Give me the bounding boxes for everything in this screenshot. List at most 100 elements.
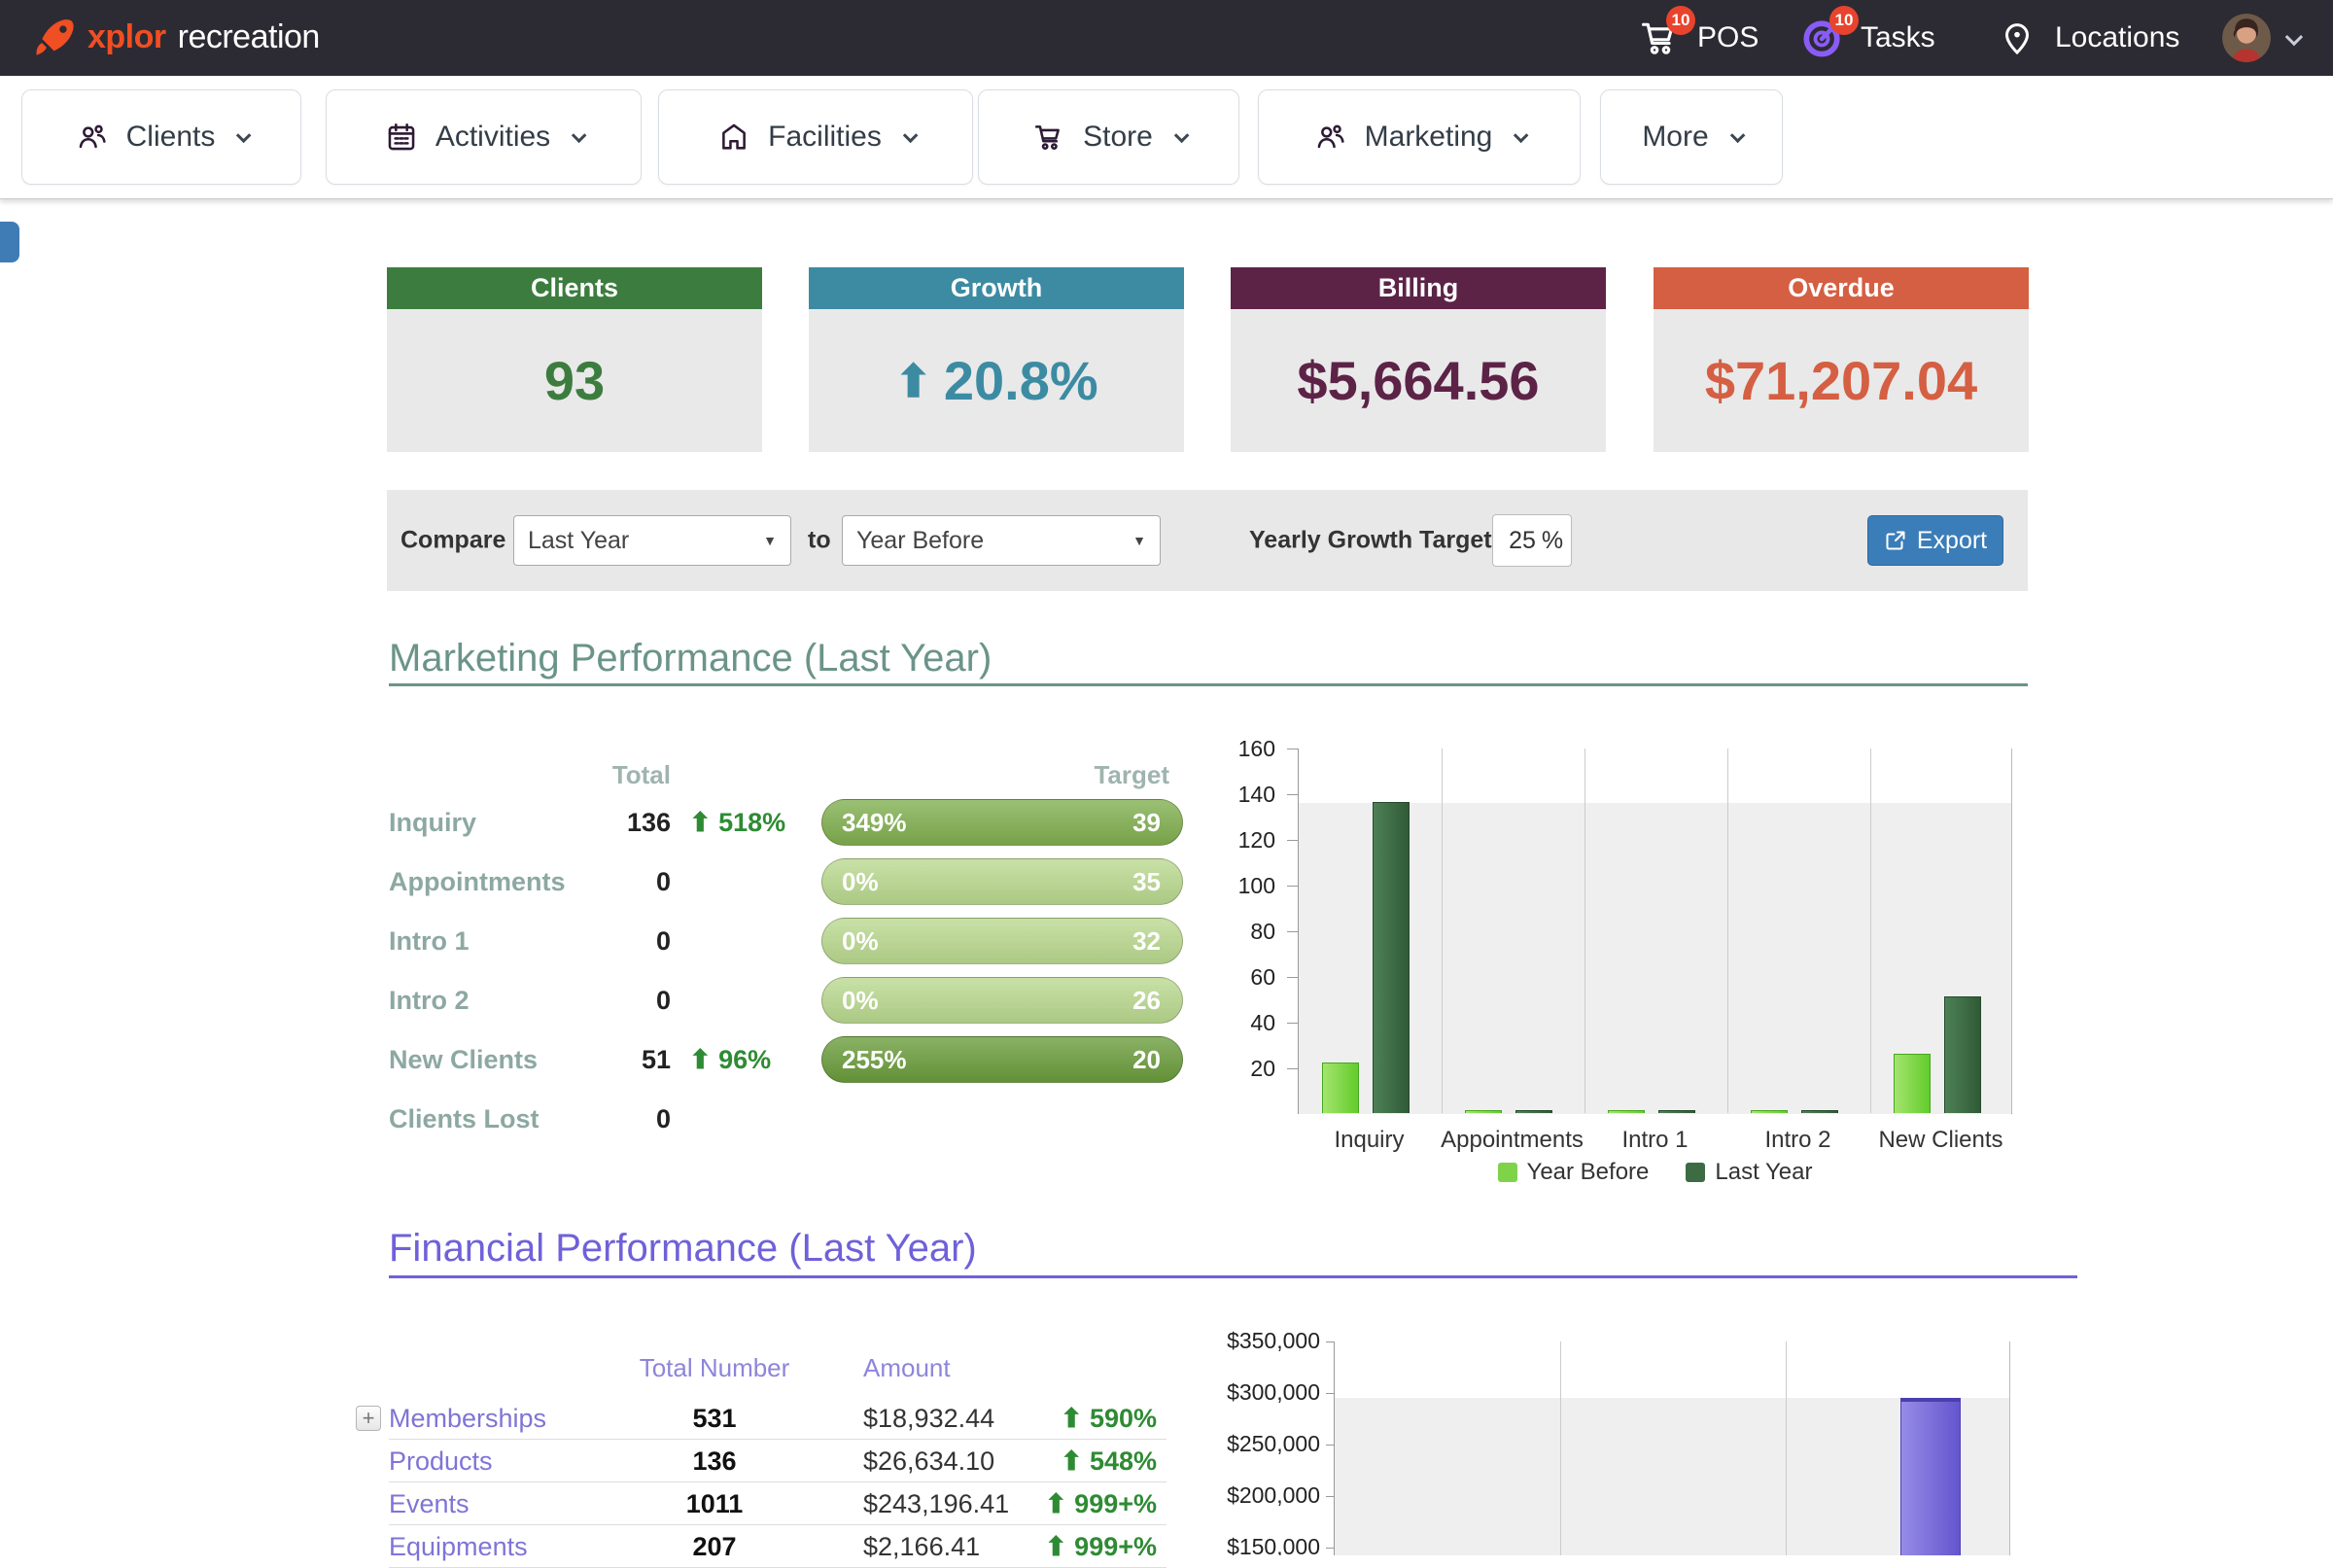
compare-from-value: Last Year <box>528 527 629 555</box>
nav-item-activities[interactable]: Activities <box>326 89 642 185</box>
financial-section-heading: Financial Performance (Last Year) <box>389 1227 977 1271</box>
axis-tick-label: 20 <box>1205 1056 1275 1082</box>
financial-bar-chart: $350,000$300,000$250,000$200,000$150,000 <box>1205 1322 2333 1555</box>
user-menu[interactable] <box>2222 0 2299 76</box>
chart-gridline <box>1560 1342 1561 1555</box>
tasks-badge: 10 <box>1829 6 1859 35</box>
nav-more-label: More <box>1642 121 1708 154</box>
growth-target-input[interactable] <box>1501 527 1536 555</box>
legend-item[interactable]: Last Year <box>1686 1159 1812 1186</box>
row-change: ⬆ 548% <box>962 1440 1157 1482</box>
cart-icon <box>1032 121 1065 154</box>
topbar-item-tasks[interactable]: 10 Tasks <box>1798 0 1935 76</box>
stat-card-title: Growth <box>809 267 1184 309</box>
axis-tick-label: 160 <box>1205 736 1275 762</box>
table-row: Inquiry136⬆ 518%349%39 <box>389 799 1196 858</box>
chevron-down-icon <box>1514 127 1529 143</box>
compare-to-select[interactable]: Year Before ▼ <box>842 515 1161 566</box>
nav-item-more[interactable]: More <box>1600 89 1783 185</box>
target-progress-pill: 0%32 <box>821 918 1183 964</box>
nav-item-clients[interactable]: Clients <box>21 89 301 185</box>
axis-tick-mark <box>1287 886 1298 887</box>
table-row: Events1011$243,196.41⬆ 999+% <box>389 1482 1166 1525</box>
target-progress-pill: 255%20 <box>821 1036 1183 1083</box>
bar-year-before-appointments <box>1465 1110 1502 1113</box>
stat-card-title: Billing <box>1231 267 1606 309</box>
stat-card-title: Clients <box>387 267 762 309</box>
bar-last-year-inquiry <box>1373 802 1410 1113</box>
row-change: ⬆ 590% <box>962 1397 1157 1440</box>
brand-logo[interactable]: xplor recreation <box>33 15 320 59</box>
compare-from-select[interactable]: Last Year ▼ <box>513 515 791 566</box>
side-panel-handle[interactable] <box>0 222 19 262</box>
row-change: ⬆ 999+% <box>962 1482 1157 1525</box>
table-row: +Memberships531$18,932.44⬆ 590% <box>389 1397 1166 1440</box>
axis-tick-label: $200,000 <box>1205 1482 1320 1509</box>
bar-last-year <box>1900 1398 1961 1555</box>
financial-col-amount: Amount <box>863 1353 951 1383</box>
chart-plot-area <box>1298 749 2012 1114</box>
axis-tick-label: 40 <box>1205 1010 1275 1036</box>
marketing-heading-rule <box>389 683 2028 686</box>
compare-to-value: Year Before <box>856 527 984 555</box>
axis-category-label: Inquiry <box>1298 1127 1441 1154</box>
people-icon <box>76 121 109 154</box>
axis-tick-mark <box>1287 794 1298 795</box>
nav-clients-label: Clients <box>126 121 216 154</box>
row-total: 0 <box>535 858 671 905</box>
row-label[interactable]: Memberships <box>389 1397 546 1440</box>
calendar-icon <box>385 121 418 154</box>
row-total: 0 <box>535 1096 671 1142</box>
nav-marketing-label: Marketing <box>1365 121 1493 154</box>
axis-category-label: Intro 2 <box>1726 1127 1869 1154</box>
up-arrow-icon: ⬆ <box>1061 1446 1090 1476</box>
axis-tick-label: 140 <box>1205 782 1275 808</box>
stat-card-value: 93 <box>544 349 605 412</box>
nav-store-label: Store <box>1083 121 1153 154</box>
chart-gridline <box>1584 749 1585 1113</box>
export-button[interactable]: Export <box>1867 515 2003 566</box>
stat-card-value: $71,207.04 <box>1705 349 1977 412</box>
legend-item[interactable]: Year Before <box>1498 1159 1650 1186</box>
nav-activities-label: Activities <box>435 121 550 154</box>
compare-toolbar: Compare Last Year ▼ to Year Before ▼ Yea… <box>387 490 2028 591</box>
row-total: 136 <box>627 1440 802 1482</box>
row-total: 51 <box>535 1036 671 1083</box>
location-pin-icon <box>1998 18 2037 57</box>
axis-tick-label: 120 <box>1205 827 1275 854</box>
row-label[interactable]: Products <box>389 1440 493 1482</box>
bar-last-year-appointments <box>1515 1110 1552 1113</box>
brand-name-secondary: recreation <box>178 18 320 56</box>
nav-item-facilities[interactable]: Facilities <box>658 89 973 185</box>
topbar-item-pos[interactable]: 10 POS <box>1635 0 1758 76</box>
table-row: Intro 100%32 <box>389 918 1196 977</box>
nav-item-marketing[interactable]: Marketing <box>1258 89 1581 185</box>
legend-swatch <box>1686 1163 1705 1182</box>
financial-heading-rule <box>389 1275 2077 1278</box>
nav-item-store[interactable]: Store <box>978 89 1239 185</box>
row-label[interactable]: Events <box>389 1482 470 1525</box>
target-progress-pill: 0%26 <box>821 977 1183 1024</box>
bar-last-year-intro-2 <box>1801 1110 1838 1113</box>
row-label: New Clients <box>389 1036 538 1083</box>
axis-tick-mark <box>1287 840 1298 841</box>
up-arrow-icon: ⬆ <box>1045 1532 1074 1561</box>
pill-target: 39 <box>1132 800 1161 845</box>
chevron-down-icon <box>572 127 587 143</box>
marketing-section-heading: Marketing Performance (Last Year) <box>389 637 992 680</box>
up-arrow-icon: ⬆ <box>1045 1489 1074 1518</box>
axis-tick-mark <box>1287 977 1298 978</box>
row-total: 531 <box>627 1397 802 1440</box>
row-label[interactable]: Equipments <box>389 1525 528 1568</box>
chart-gridline <box>1870 749 1871 1113</box>
topbar-item-locations[interactable]: Locations <box>1993 0 2179 76</box>
expand-plus-icon[interactable]: + <box>356 1406 381 1431</box>
row-total: 0 <box>535 977 671 1024</box>
bar-year-before-new-clients <box>1894 1054 1931 1113</box>
target-progress-pill: 0%35 <box>821 858 1183 905</box>
axis-category-label: Intro 1 <box>1584 1127 1726 1154</box>
stat-card-growth: Growth ⬆ 20.8% <box>809 267 1184 452</box>
stat-card-billing: Billing $5,664.56 <box>1231 267 1606 452</box>
bar-last-year-intro-1 <box>1658 1110 1695 1113</box>
table-row: New Clients51⬆ 96%255%20 <box>389 1036 1196 1096</box>
